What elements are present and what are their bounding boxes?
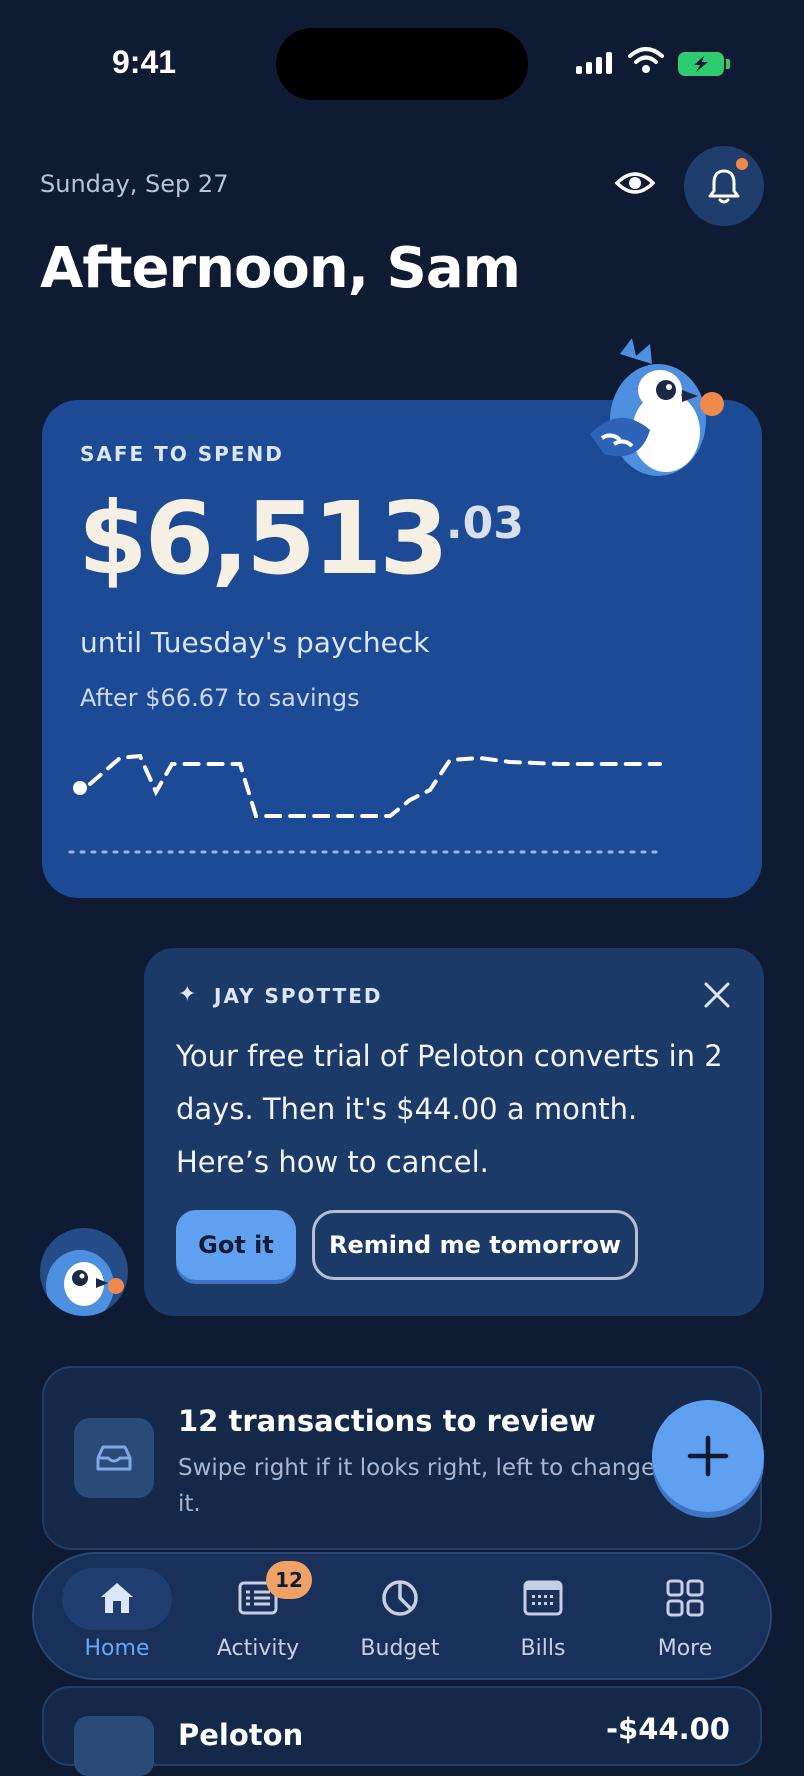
tab-home-label: Home [84,1636,150,1661]
bills-icon [523,1580,563,1616]
activity-count-badge: 12 [266,1561,312,1599]
after-savings-text: After $66.67 to savings [80,684,360,712]
tab-activity-label: Activity [216,1636,300,1661]
safe-to-spend-amount: $6,513.03 [78,480,524,597]
cellular-signal-icon [576,52,612,74]
tab-home[interactable]: Home [57,1572,177,1668]
tab-bills[interactable]: Bills [483,1572,603,1668]
greeting-title: Afternoon, Sam [40,236,521,301]
jay-message: Your free trial of Peloton converts in 2… [176,1039,723,1179]
battery-cap [726,59,730,69]
dynamic-island [276,28,528,100]
review-title: 12 transactions to review [178,1404,596,1438]
tab-bills-label: Bills [520,1636,566,1661]
jay-avatar [40,1228,128,1316]
until-paycheck-text: until Tuesday's paycheck [80,626,430,659]
review-subtitle: Swipe right if it looks right, left to c… [178,1455,656,1517]
plus-icon [687,1435,729,1477]
bluejay-mascot-icon [590,338,724,476]
tab-budget-label: Budget [360,1636,440,1661]
amount-dollars: $6,513 [78,480,449,597]
toggle-visibility-button[interactable] [610,160,660,206]
battery-icon [678,52,724,76]
home-icon [101,1583,133,1613]
notification-dot [736,158,748,170]
amount-cents: .03 [445,498,524,549]
sparkle-icon: ✦ [178,982,197,1007]
more-icon [666,1579,704,1617]
close-icon [704,982,730,1008]
bell-icon [708,169,740,204]
wifi-icon [628,47,664,73]
current-date: Sunday, Sep 27 [40,170,229,198]
eye-icon [615,172,655,194]
balance-forecast-sparkline [68,753,662,854]
merchant-icon [74,1716,154,1776]
got-it-button[interactable]: Got it [176,1210,296,1280]
review-inbox-button [74,1418,154,1498]
transaction-amount: -$44.00 [606,1712,730,1746]
tab-budget[interactable]: Budget [340,1572,460,1668]
budget-icon [382,1580,418,1616]
tab-more-label: More [657,1636,713,1661]
tab-more[interactable]: More [625,1572,745,1668]
add-button[interactable] [652,1400,764,1512]
remind-me-tomorrow-button[interactable]: Remind me tomorrow [312,1210,638,1280]
close-button[interactable] [700,978,734,1012]
bluejay-avatar-icon [46,1250,124,1316]
inbox-icon [96,1445,132,1471]
safe-to-spend-label: SAFE TO SPEND [80,442,284,466]
notifications-button[interactable] [684,146,764,226]
jay-spotted-label: JAY SPOTTED [214,984,383,1008]
status-time: 9:41 [112,44,177,80]
merchant-name: Peloton [178,1718,304,1752]
